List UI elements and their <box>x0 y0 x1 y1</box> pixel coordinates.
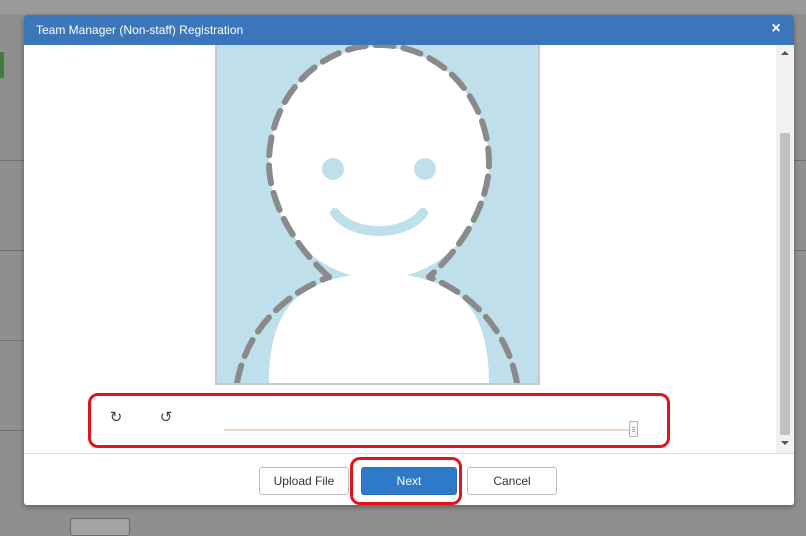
editor-controls-highlight <box>88 393 670 448</box>
background-divider <box>0 160 24 161</box>
zoom-slider-handle[interactable] <box>629 421 638 437</box>
grip-line <box>632 431 635 432</box>
background-divider <box>0 250 24 251</box>
zoom-slider[interactable] <box>224 429 636 431</box>
next-button-highlight <box>350 457 462 505</box>
dialog-body: ↻ ↺ <box>24 45 794 453</box>
dialog-title-bar: Team Manager (Non-staff) Registration × <box>24 15 794 45</box>
registration-dialog: Team Manager (Non-staff) Registration × … <box>24 15 794 505</box>
dialog-scrollbar[interactable] <box>776 45 794 453</box>
person-placeholder-icon <box>234 45 520 383</box>
background-accent <box>0 52 4 78</box>
upload-file-button[interactable]: Upload File <box>259 467 349 495</box>
cancel-button[interactable]: Cancel <box>467 467 557 495</box>
background-page-header <box>0 0 806 14</box>
grip-line <box>632 427 635 428</box>
close-icon[interactable]: × <box>768 20 784 38</box>
scrollbar-thumb[interactable] <box>780 133 790 435</box>
scroll-down-icon[interactable] <box>781 441 789 445</box>
background-button <box>70 518 130 536</box>
rotate-clockwise-icon[interactable]: ↻ <box>108 410 124 426</box>
background-divider <box>0 430 24 431</box>
dialog-title: Team Manager (Non-staff) Registration <box>36 23 244 37</box>
grip-line <box>632 429 635 430</box>
photo-preview[interactable] <box>215 45 540 385</box>
scroll-up-icon[interactable] <box>781 51 789 55</box>
rotate-counterclockwise-icon[interactable]: ↺ <box>158 410 174 426</box>
background-divider <box>0 340 24 341</box>
